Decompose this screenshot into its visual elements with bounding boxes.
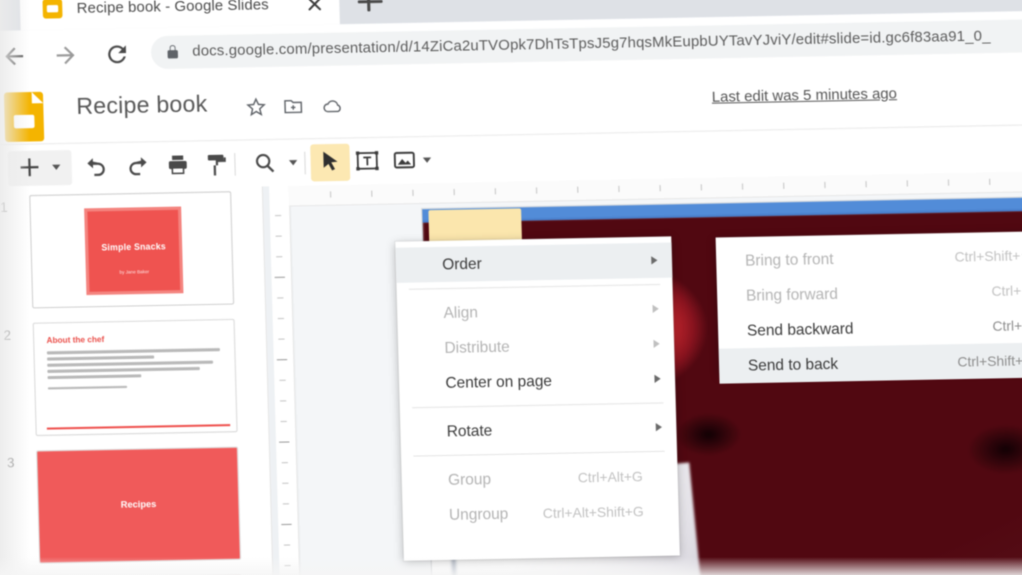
browser-tab-title: Recipe book - Google Slides: [76, 0, 269, 17]
print-icon[interactable]: [164, 151, 194, 180]
menu-item-label: Group: [447, 470, 492, 489]
menu-separator: [408, 283, 661, 290]
address-bar-url: docs.google.com/presentation/d/14ZiCa2uT…: [192, 28, 991, 61]
google-slides-logo[interactable]: [3, 91, 45, 143]
menu-item-label: Rotate: [446, 421, 493, 440]
new-tab-button[interactable]: [355, 0, 385, 16]
menu-item-label: Bring to front: [744, 250, 834, 270]
list-item[interactable]: 3 Recipes: [0, 446, 272, 565]
cloud-saved-icon[interactable]: [321, 94, 344, 122]
slide-accent-bar: [46, 424, 231, 430]
chevron-right-icon: [655, 422, 663, 432]
slide-number: 2: [3, 327, 12, 343]
document-title[interactable]: Recipe book: [76, 91, 208, 120]
menu-item-shortcut: Ctrl+↑: [991, 282, 1022, 299]
slide-filmstrip[interactable]: 1 Simple Snacks by Jane Baker 2 About th…: [0, 186, 275, 575]
menu-item-group[interactable]: Group Ctrl+Alt+G: [401, 458, 678, 498]
star-icon[interactable]: [245, 96, 267, 123]
chevron-down-icon[interactable]: [286, 149, 301, 178]
menu-item-label: Ungroup: [448, 504, 509, 524]
chevron-right-icon: [653, 339, 660, 348]
menu-item-order[interactable]: Order: [395, 242, 673, 283]
menu-item-shortcut: Ctrl+Shift+↓: [957, 352, 1022, 370]
list-item[interactable]: 1 Simple Snacks by Jane Baker: [0, 191, 265, 310]
chevron-right-icon: [654, 374, 661, 383]
toolbar-divider: [304, 151, 306, 175]
menu-item-label: Send backward: [746, 319, 854, 340]
menu-item-distribute[interactable]: Distribute: [398, 326, 675, 366]
undo-icon[interactable]: [84, 152, 114, 181]
chevron-right-icon: [651, 256, 658, 265]
menu-item-shortcut: Ctrl+Alt+Shift+G: [542, 503, 644, 521]
lock-icon: [167, 49, 179, 59]
menu-separator: [413, 450, 665, 457]
menu-item-bring-forward[interactable]: Bring forward Ctrl+↑: [717, 272, 1022, 313]
plus-icon[interactable]: [16, 154, 46, 183]
menu-item-shortcut: Ctrl+Shift+↑: [954, 247, 1022, 265]
menu-item-label: Bring forward: [745, 285, 839, 305]
menu-item-label: Center on page: [445, 372, 553, 392]
slide-thumbnail[interactable]: Recipes: [36, 446, 242, 564]
menu-item-label: Align: [443, 303, 479, 322]
chevron-right-icon: [652, 304, 659, 313]
move-to-folder-icon[interactable]: [282, 95, 304, 122]
menu-item-center-on-page[interactable]: Center on page: [399, 361, 676, 401]
menu-item-send-to-back[interactable]: Send to back Ctrl+Shift+↓: [718, 342, 1022, 384]
chevron-down-icon[interactable]: [419, 146, 434, 175]
menu-item-rotate[interactable]: Rotate: [400, 409, 677, 449]
chevron-down-icon[interactable]: [49, 153, 64, 182]
address-bar[interactable]: docs.google.com/presentation/d/14ZiCa2uT…: [150, 18, 1022, 70]
menu-separator: [412, 402, 664, 409]
menu-item-shortcut: Ctrl+Alt+G: [577, 468, 643, 485]
list-item[interactable]: 2 About the chef: [0, 318, 268, 437]
back-arrow-icon[interactable]: [0, 43, 28, 70]
magnifier-icon[interactable]: [251, 149, 281, 178]
slide-heading-text: About the chef: [46, 334, 105, 346]
menu-item-align[interactable]: Align: [397, 291, 674, 331]
paint-roller-icon[interactable]: [203, 150, 233, 179]
slide-title-text: Simple Snacks: [101, 240, 167, 253]
menu-item-send-backward[interactable]: Send backward Ctrl+↓: [718, 307, 1022, 348]
menu-item-label: Distribute: [444, 337, 510, 357]
last-edit-status[interactable]: Last edit was 5 minutes ago: [712, 86, 898, 106]
image-icon[interactable]: [391, 146, 421, 175]
toolbar-divider: [234, 153, 236, 176]
reload-icon[interactable]: [103, 41, 131, 68]
order-submenu[interactable]: Bring to front Ctrl+Shift+↑ Bring forwar…: [715, 231, 1022, 384]
slide-number: 1: [0, 199, 8, 216]
cursor-arrow-icon[interactable]: [316, 148, 346, 177]
slide-thumbnail[interactable]: About the chef: [32, 318, 238, 437]
slide-body-lines: [46, 348, 221, 393]
screenshot-root: Recipe book - Google Slides docs.google.…: [0, 0, 1022, 575]
menu-item-label: Order: [441, 254, 482, 274]
menu-item-label: Send to back: [747, 355, 839, 375]
close-icon[interactable]: [304, 0, 325, 14]
arrange-menu[interactable]: Order Align Distribute Center on page Ro…: [395, 236, 680, 561]
slide-number: 3: [6, 455, 15, 471]
menubar-item-arrange[interactable]: [428, 208, 522, 244]
redo-icon[interactable]: [123, 152, 153, 181]
text-box-icon[interactable]: [354, 147, 384, 176]
google-slides-app: Recipe book Last edit was 5 minutes ago: [0, 59, 1022, 575]
menu-item-bring-to-front[interactable]: Bring to front Ctrl+Shift+↑: [716, 237, 1022, 278]
slide-thumbnail[interactable]: Simple Snacks by Jane Baker: [29, 191, 235, 309]
menu-item-shortcut: Ctrl+↓: [992, 317, 1022, 334]
google-slides-favicon: [42, 0, 63, 19]
forward-arrow-icon[interactable]: [52, 42, 80, 69]
menu-item-ungroup[interactable]: Ungroup Ctrl+Alt+Shift+G: [402, 493, 679, 533]
slide-title-box: Simple Snacks by Jane Baker: [84, 206, 184, 295]
slide-subtitle-text: by Jane Baker: [119, 269, 150, 275]
